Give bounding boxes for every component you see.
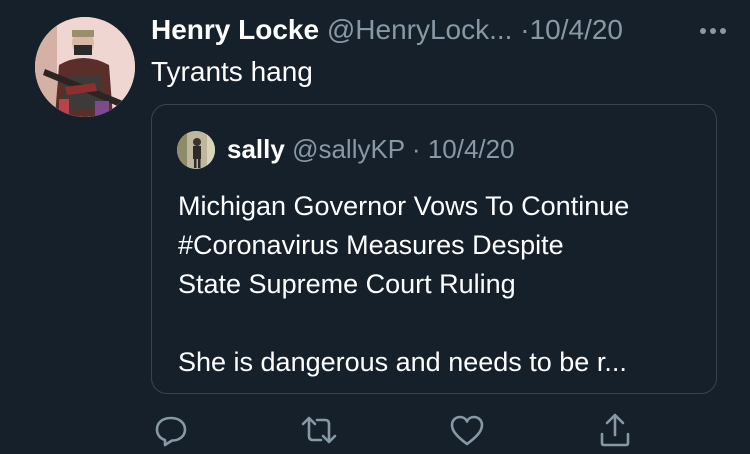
tweet-actions (151, 410, 641, 450)
quoted-text-line: Michigan Governor Vows To Continue (178, 191, 630, 221)
tweet-date[interactable]: 10/4/20 (530, 14, 623, 45)
share-icon[interactable] (595, 410, 635, 450)
retweet-icon[interactable] (299, 410, 339, 450)
author-avatar-image (35, 17, 135, 117)
quoted-tweet-date[interactable]: 10/4/20 (428, 134, 515, 164)
author-avatar[interactable] (35, 17, 135, 117)
quoted-author-handle[interactable]: @sallyKP (292, 134, 405, 164)
quoted-author-name[interactable]: sally (227, 134, 285, 164)
reply-icon[interactable] (151, 410, 191, 450)
quoted-tweet-text: Michigan Governor Vows To Continue #Coro… (178, 187, 708, 382)
tweet[interactable]: Henry Locke @HenryLock... ·10/4/20 Tyran… (0, 0, 750, 454)
quoted-text-line: State Supreme Court Ruling (178, 269, 516, 299)
quoted-text-line: She is dangerous and needs to be r... (178, 347, 627, 377)
header-separator: · (520, 14, 530, 45)
quoted-tweet[interactable]: sally @sallyKP · 10/4/20 Michigan Govern… (151, 104, 717, 394)
author-name[interactable]: Henry Locke (151, 14, 319, 45)
heart-icon[interactable] (447, 410, 487, 450)
tweet-header: Henry Locke @HenryLock... ·10/4/20 (151, 12, 730, 48)
quoted-avatar-image (177, 131, 215, 169)
quoted-author-avatar[interactable] (177, 131, 215, 169)
quoted-header-separator: · (411, 134, 421, 164)
more-horizontal-icon[interactable] (696, 12, 730, 48)
author-handle[interactable]: @HenryLock... (327, 14, 513, 45)
quoted-text-line: #Coronavirus Measures Despite (178, 230, 564, 260)
tweet-text: Tyrants hang (151, 56, 313, 87)
quoted-tweet-header: sally @sallyKP · 10/4/20 (227, 132, 515, 166)
